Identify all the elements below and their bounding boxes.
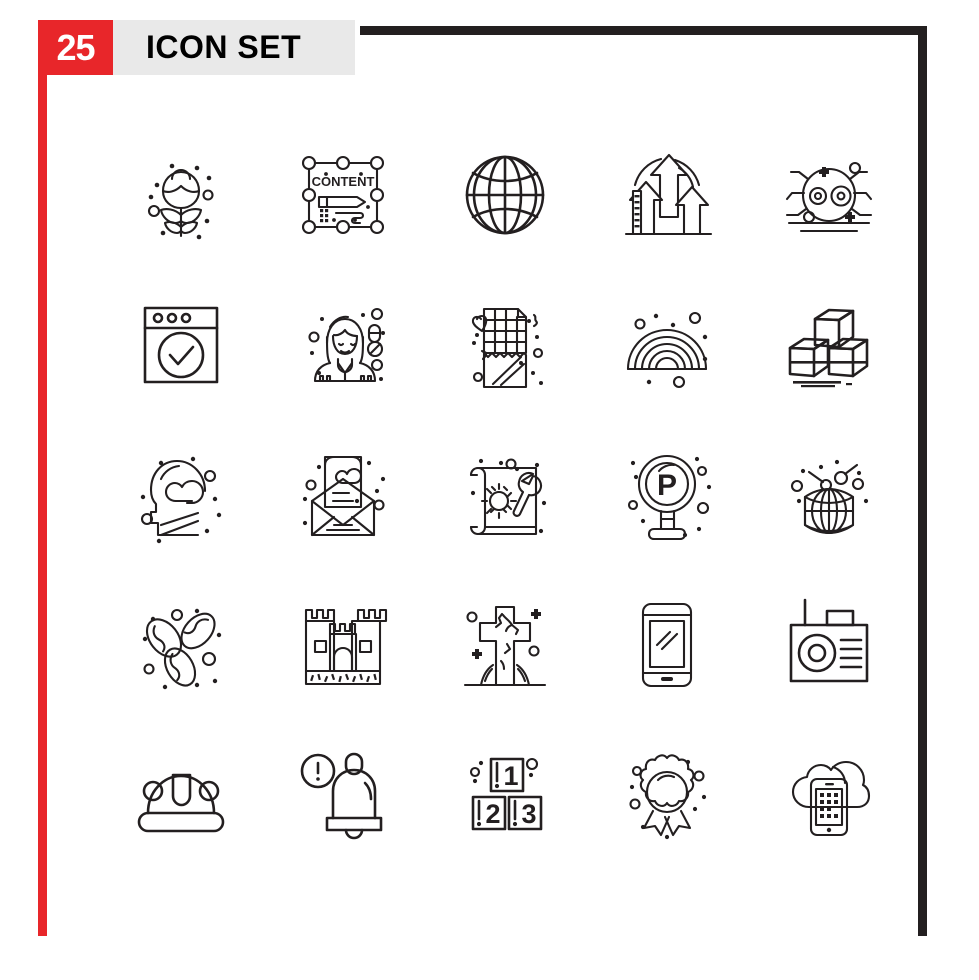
block-number-3: 3 [521, 799, 536, 829]
icon-cell-cloud-mobile[interactable] [748, 720, 910, 870]
icon-cell-grave[interactable] [424, 570, 586, 720]
icon-cell-love-letter[interactable] [262, 420, 424, 570]
icon-cell-alert-bell[interactable] [262, 720, 424, 870]
block-number-1: 1 [503, 761, 518, 791]
icon-cell-browser-check[interactable] [100, 270, 262, 420]
icon-cell-rose[interactable] [100, 120, 262, 270]
icon-cell-smartphone[interactable] [586, 570, 748, 720]
icon-cell-parking[interactable]: P [586, 420, 748, 570]
icon-cell-spider[interactable] [748, 120, 910, 270]
count-badge: 25 [38, 20, 113, 75]
block-number-2: 2 [485, 799, 500, 829]
icon-cell-award[interactable] [586, 720, 748, 870]
icon-cell-content[interactable]: CONTENT [262, 120, 424, 270]
icon-cell-numbered-blocks[interactable]: 1 2 3 [424, 720, 586, 870]
icon-cell-chocolate[interactable] [424, 270, 586, 420]
icon-cell-pharmacist[interactable] [262, 270, 424, 420]
icon-cell-growth[interactable] [586, 120, 748, 270]
frame-right-border [918, 26, 927, 936]
icon-cell-globe[interactable] [424, 120, 586, 270]
icon-cell-coffee-beans[interactable] [100, 570, 262, 720]
icon-cell-blueprint[interactable] [424, 420, 586, 570]
frame-top-border [360, 26, 927, 35]
count-badge-label: 25 [56, 26, 95, 68]
icon-cell-cubes[interactable] [748, 270, 910, 420]
accent-left-bar [38, 20, 47, 936]
content-icon-text: CONTENT [312, 174, 375, 189]
icon-cell-disco-ball[interactable] [748, 420, 910, 570]
icon-cell-love-mind[interactable] [100, 420, 262, 570]
icon-cell-hat[interactable] [100, 720, 262, 870]
icon-cell-castle[interactable] [262, 570, 424, 720]
icon-grid: CONTENT P 1 2 3 [100, 120, 910, 870]
icon-set-page: ICON SET 25 CONTENT P 1 2 3 [0, 0, 979, 980]
parking-icon-letter: P [657, 469, 677, 502]
icon-cell-radio[interactable] [748, 570, 910, 720]
title-strip: ICON SET [113, 20, 355, 75]
page-title: ICON SET [146, 29, 302, 65]
icon-cell-rainbow[interactable] [586, 270, 748, 420]
